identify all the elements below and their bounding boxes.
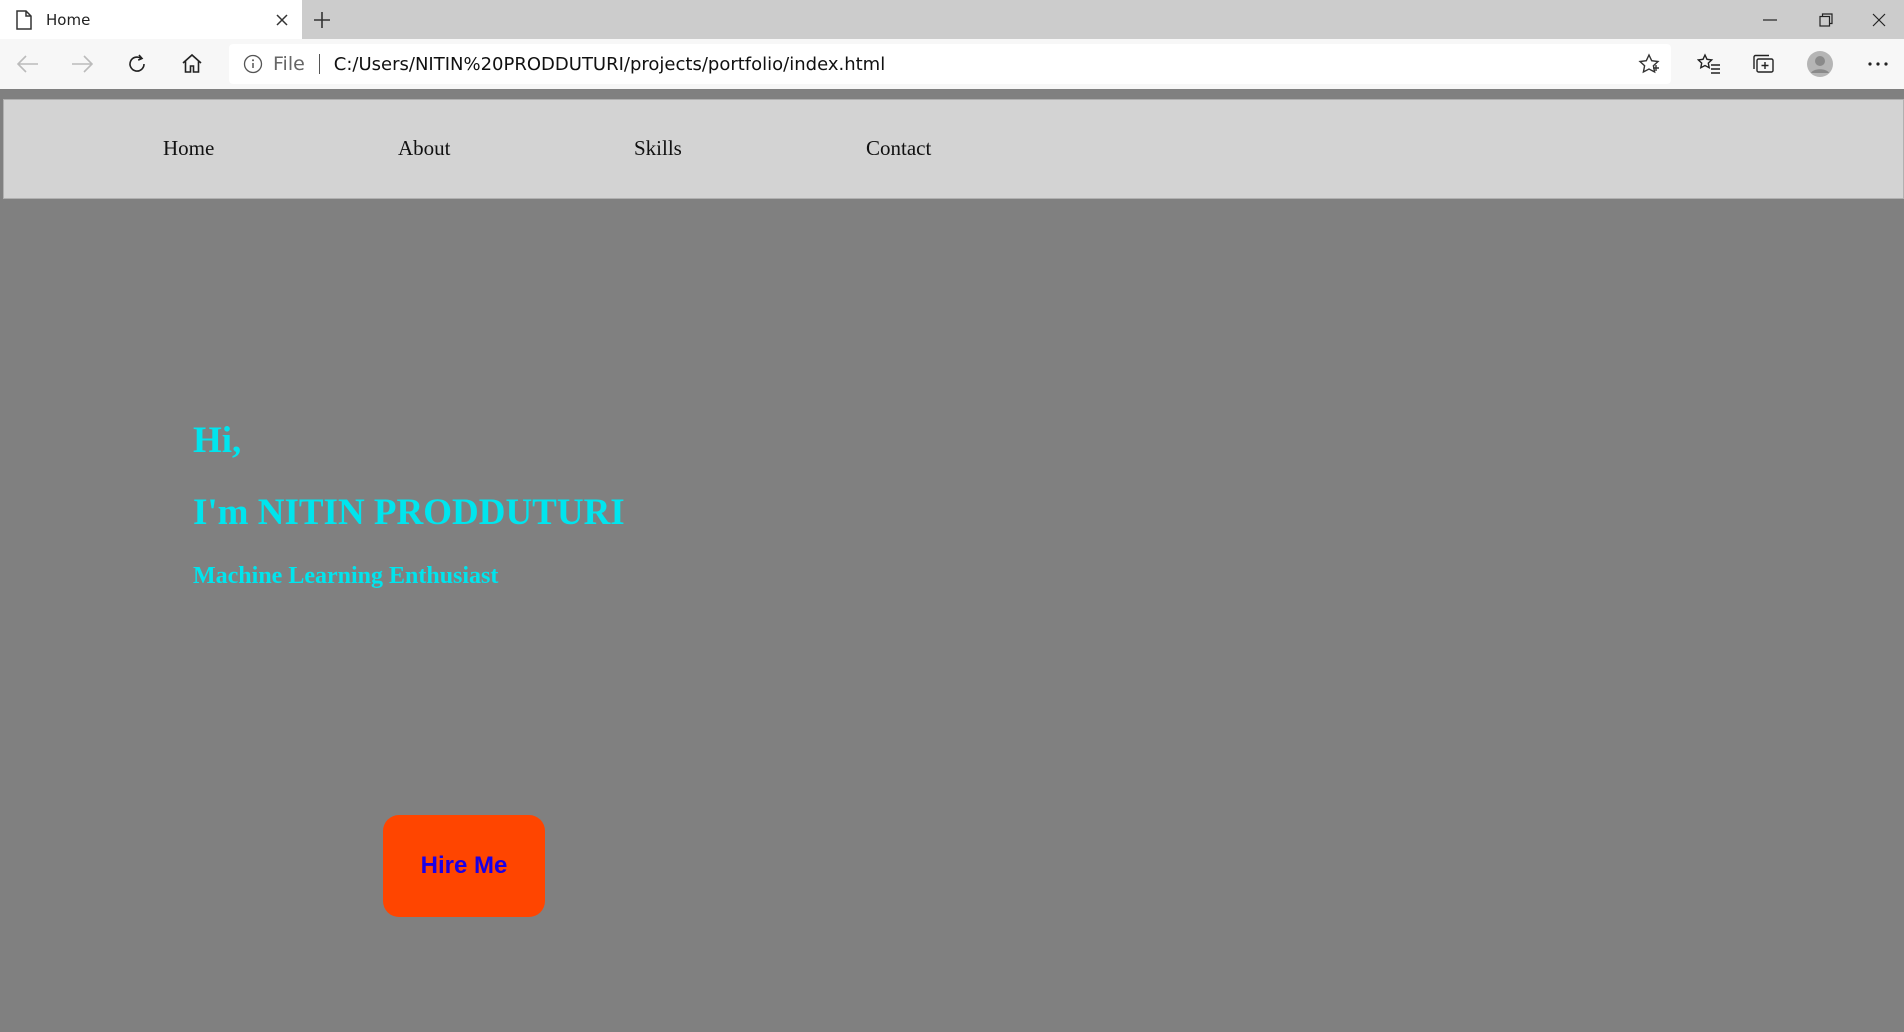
- info-icon[interactable]: [243, 54, 263, 74]
- hero-name: I'm NITIN PRODDUTURI: [193, 492, 625, 533]
- tab-home[interactable]: Home: [0, 0, 302, 39]
- nav-about[interactable]: About: [398, 136, 451, 161]
- refresh-icon[interactable]: [121, 48, 153, 80]
- close-icon[interactable]: [272, 10, 292, 30]
- hero-greeting: Hi,: [193, 420, 242, 461]
- nav-home[interactable]: Home: [163, 136, 214, 161]
- page-icon: [16, 9, 34, 30]
- plus-icon[interactable]: [310, 8, 334, 32]
- restore-icon[interactable]: [1798, 0, 1854, 39]
- home-icon[interactable]: [176, 48, 208, 80]
- profile-avatar-icon[interactable]: [1804, 48, 1836, 80]
- address-bar[interactable]: File C:/Users/NITIN%20PRODDUTURI/project…: [229, 44, 1671, 84]
- address-url[interactable]: C:/Users/NITIN%20PRODDUTURI/projects/por…: [334, 54, 1635, 75]
- back-arrow-icon[interactable]: [12, 48, 44, 80]
- address-divider: [318, 54, 320, 74]
- collections-icon[interactable]: [1748, 48, 1780, 80]
- nav-contact[interactable]: Contact: [866, 136, 931, 161]
- page-viewport: Home About Skills Contact Hi, I'm NITIN …: [0, 89, 1904, 1032]
- favorites-icon[interactable]: [1693, 48, 1725, 80]
- more-options-icon[interactable]: [1862, 48, 1894, 80]
- tab-title: Home: [46, 10, 91, 29]
- minimize-icon[interactable]: [1742, 0, 1798, 39]
- address-scheme-label: File: [273, 53, 305, 75]
- hero-tagline: Machine Learning Enthusiast: [193, 563, 499, 589]
- browser-toolbar: File C:/Users/NITIN%20PRODDUTURI/project…: [0, 39, 1904, 89]
- hire-me-button[interactable]: Hire Me: [383, 815, 545, 917]
- tab-strip: Home: [0, 0, 1904, 39]
- window-close-icon[interactable]: [1854, 0, 1904, 39]
- nav-skills[interactable]: Skills: [634, 136, 682, 161]
- forward-arrow-icon[interactable]: [66, 48, 98, 80]
- site-navbar: Home About Skills Contact: [3, 99, 1904, 199]
- favorite-star-icon[interactable]: [1635, 50, 1663, 78]
